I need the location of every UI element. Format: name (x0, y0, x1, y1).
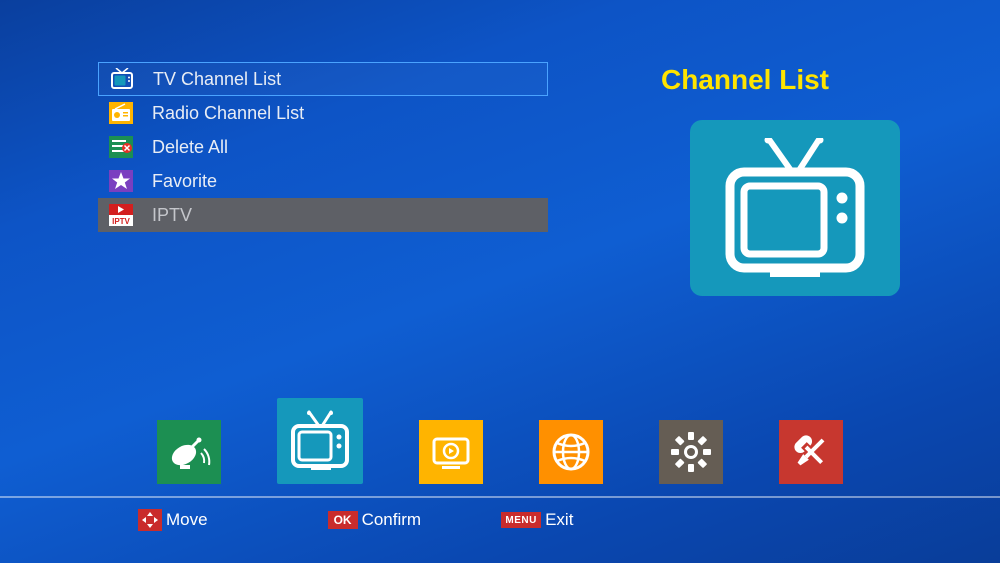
hint-label: Exit (545, 510, 573, 530)
menu-key-icon: MENU (501, 512, 541, 528)
menu-item-label: Delete All (152, 137, 228, 158)
tile-media[interactable] (419, 420, 483, 484)
play-icon (428, 429, 474, 475)
delete-icon (108, 134, 134, 160)
menu-list: TV Channel List Radio Channel List (98, 62, 548, 232)
tv-icon (109, 66, 135, 92)
tv-icon (287, 410, 353, 472)
tile-network[interactable] (539, 420, 603, 484)
iptv-icon: IPTV (108, 202, 134, 228)
menu-item-iptv[interactable]: IPTV IPTV (98, 198, 548, 232)
svg-text:IPTV: IPTV (112, 217, 130, 226)
star-icon (108, 168, 134, 194)
hint-exit: MENU Exit (501, 510, 573, 530)
tv-large-icon (720, 138, 870, 278)
satellite-icon (166, 429, 212, 475)
menu-item-radio-channel-list[interactable]: Radio Channel List (98, 96, 548, 130)
menu-item-delete-all[interactable]: Delete All (98, 130, 548, 164)
gear-icon (668, 429, 714, 475)
hint-move: Move (138, 509, 208, 531)
bottom-category-row (0, 384, 1000, 484)
menu-item-label: TV Channel List (153, 69, 281, 90)
tile-satellite[interactable] (157, 420, 221, 484)
menu-item-label: Favorite (152, 171, 217, 192)
menu-item-label: Radio Channel List (152, 103, 304, 124)
tile-settings[interactable] (659, 420, 723, 484)
hint-label: Confirm (362, 510, 422, 530)
globe-icon (548, 429, 594, 475)
page-title: Channel List (580, 64, 910, 96)
footer-hint-bar: Move OK Confirm MENU Exit (0, 496, 1000, 542)
menu-item-favorite[interactable]: Favorite (98, 164, 548, 198)
menu-item-label: IPTV (152, 205, 192, 226)
radio-icon (108, 100, 134, 126)
dpad-key-icon (138, 509, 162, 531)
category-tile-channel-list (690, 120, 900, 296)
menu-item-tv-channel-list[interactable]: TV Channel List (98, 62, 548, 96)
hint-confirm: OK Confirm (328, 510, 422, 530)
tile-tv-active[interactable] (277, 398, 363, 484)
hint-label: Move (166, 510, 208, 530)
tile-tools[interactable] (779, 420, 843, 484)
tools-icon (788, 429, 834, 475)
ok-key-icon: OK (328, 511, 358, 529)
